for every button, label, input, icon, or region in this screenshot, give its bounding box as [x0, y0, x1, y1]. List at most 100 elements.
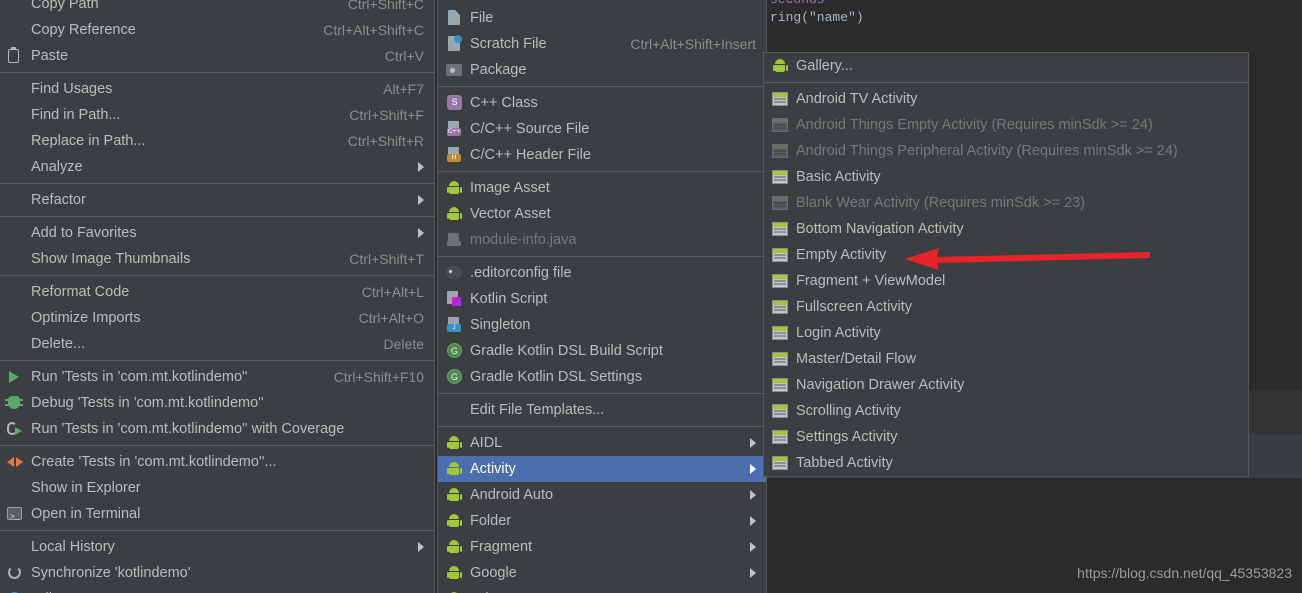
menu-item-label: C++ Class [470, 95, 538, 111]
activity-icon [770, 455, 790, 471]
new-menu-item-file[interactable]: File [438, 5, 766, 31]
context-menu-item-show-image-thumbnails[interactable]: Show Image Thumbnails Ctrl+Shift+T [0, 246, 434, 272]
watermark-url: https://blog.csdn.net/qq_45353823 [1077, 565, 1292, 581]
context-menu-item-run-tests-in-com-mt-kotlindemo[interactable]: Run 'Tests in 'com.mt.kotlindemo'' Ctrl+S… [0, 364, 434, 390]
cpp-source-icon: C++ [444, 121, 464, 137]
menu-item-label: Kotlin Script [470, 291, 548, 307]
menu-separator [0, 530, 434, 531]
activity-menu-item-android-tv-activity[interactable]: Android TV Activity [764, 86, 1248, 112]
context-menu-item-delete[interactable]: Delete... Delete [0, 331, 434, 357]
create-icon [5, 454, 25, 470]
sync-icon [5, 565, 25, 581]
menu-separator [438, 171, 766, 172]
project-context-menu[interactable]: Copy Path Ctrl+Shift+C Copy Reference Ctrl+… [0, 0, 435, 593]
new-menu-item-c-c-source-file[interactable]: C++ C/C++ Source File [438, 116, 766, 142]
activity-menu-item-scrolling-activity[interactable]: Scrolling Activity [764, 398, 1248, 424]
android-icon [444, 461, 464, 477]
context-menu-item-add-to-favorites[interactable]: Add to Favorites [0, 220, 434, 246]
context-menu-item-replace-in-path[interactable]: Replace in Path... Ctrl+Shift+R [0, 128, 434, 154]
menu-item-label: Fragment [470, 539, 533, 555]
new-menu-item-other[interactable]: Other [438, 586, 766, 593]
context-menu-item-copy-path[interactable]: Copy Path Ctrl+Shift+C [0, 0, 434, 17]
activity-menu-item-login-activity[interactable]: Login Activity [764, 320, 1248, 346]
menu-item-label: C/C++ Header File [470, 147, 591, 163]
kotlin-icon [444, 291, 464, 307]
context-menu-item-paste[interactable]: Paste Ctrl+V [0, 43, 434, 69]
new-menu-item-scratch-file[interactable]: Scratch File Ctrl+Alt+Shift+Insert [438, 31, 766, 57]
android-icon [444, 513, 464, 529]
new-menu-item-kotlin-script[interactable]: Kotlin Script [438, 286, 766, 312]
no-icon [5, 336, 25, 352]
menu-item-label: C/C++ Source File [470, 121, 590, 137]
activity-menu-item-android-things-empty-activity-requires-minsdk-24: Android Things Empty Activity (Requires … [764, 112, 1248, 138]
new-menu-item-singleton[interactable]: J Singleton [438, 312, 766, 338]
new-menu-item-vector-asset[interactable]: Vector Asset [438, 201, 766, 227]
android-icon [444, 539, 464, 555]
new-menu-item-package[interactable]: Package [438, 57, 766, 83]
activity-menu-item-fragment-viewmodel[interactable]: Fragment + ViewModel [764, 268, 1248, 294]
menu-item-label: Empty Activity [796, 247, 887, 263]
menu-item-label: Delete... [31, 336, 85, 352]
menu-item-label: Scrolling Activity [796, 403, 901, 419]
new-menu-item-android-auto[interactable]: Android Auto [438, 482, 766, 508]
context-menu-item-analyze[interactable]: Analyze [0, 154, 434, 180]
new-menu-item-edit-file-templates[interactable]: Edit File Templates... [438, 397, 766, 423]
new-menu-item-gradle-kotlin-dsl-build-script[interactable]: G Gradle Kotlin DSL Build Script [438, 338, 766, 364]
menu-item-label: Android Things Empty Activity (Requires … [796, 117, 1153, 133]
activity-menu-item-tabbed-activity[interactable]: Tabbed Activity [764, 450, 1248, 476]
context-menu-item-synchronize-kotlindemo[interactable]: Synchronize 'kotlindemo' [0, 560, 434, 586]
new-menu-item-activity[interactable]: Activity [438, 456, 766, 482]
submenu-chevron-icon [750, 464, 756, 474]
context-menu-item-debug-tests-in-com-mt-kotlindemo[interactable]: Debug 'Tests in 'com.mt.kotlindemo'' [0, 390, 434, 416]
context-menu-item-optimize-imports[interactable]: Optimize Imports Ctrl+Alt+O [0, 305, 434, 331]
new-menu-item-c-class[interactable]: S C++ Class [438, 90, 766, 116]
context-menu-item-reformat-code[interactable]: Reformat Code Ctrl+Alt+L [0, 279, 434, 305]
new-menu-item-folder[interactable]: Folder [438, 508, 766, 534]
menu-item-label: Google [470, 565, 517, 581]
activity-menu-item-basic-activity[interactable]: Basic Activity [764, 164, 1248, 190]
new-submenu[interactable]: Sample Data DirectoryFileScratch FileCtr… [437, 0, 767, 593]
context-menu-item-copy-reference[interactable]: Copy Reference Ctrl+Alt+Shift+C [0, 17, 434, 43]
new-menu-item-aidl[interactable]: AIDL [438, 430, 766, 456]
code-text-line: ring("name") [770, 10, 864, 25]
no-icon [5, 133, 25, 149]
menu-item-label: Edit File Templates... [470, 402, 605, 418]
activity-menu-item-navigation-drawer-activity[interactable]: Navigation Drawer Activity [764, 372, 1248, 398]
context-menu-item-find-usages[interactable]: Find Usages Alt+F7 [0, 76, 434, 102]
menu-item-label: Android Things Peripheral Activity (Requ… [796, 143, 1178, 159]
context-menu-item-create-tests-in-com-mt-kotlindemo[interactable]: Create 'Tests in 'com.mt.kotlindemo''... [0, 449, 434, 475]
menu-item-label: Settings Activity [796, 429, 898, 445]
activity-submenu[interactable]: Gallery... Android TV Activity Android Thi… [763, 52, 1249, 477]
activity-menu-item-bottom-navigation-activity[interactable]: Bottom Navigation Activity [764, 216, 1248, 242]
new-menu-item-c-c-header-file[interactable]: H C/C++ Header File [438, 142, 766, 168]
context-menu-item-refactor[interactable]: Refactor [0, 187, 434, 213]
no-icon [5, 107, 25, 123]
menu-item-label: Login Activity [796, 325, 881, 341]
menu-item-label: Android Auto [470, 487, 554, 503]
context-menu-item-open-in-terminal[interactable]: Open in Terminal [0, 501, 434, 531]
context-menu-item-run-tests-in-com-mt-kotlindemo-with-coverage[interactable]: Run 'Tests in 'com.mt.kotlindemo'' with … [0, 416, 434, 442]
activity-menu-item-empty-activity[interactable]: Empty Activity [764, 242, 1248, 268]
new-menu-item-google[interactable]: Google [438, 560, 766, 586]
no-icon [5, 251, 25, 267]
new-menu-item-editorconfig-file[interactable]: .editorconfig file [438, 260, 766, 286]
menu-item-label: Refactor [31, 192, 86, 208]
new-menu-item-gradle-kotlin-dsl-settings[interactable]: G Gradle Kotlin DSL Settings [438, 364, 766, 390]
context-menu-item-edit-scopes[interactable]: Edit Scopes... [0, 586, 434, 593]
new-menu-item-image-asset[interactable]: Image Asset [438, 175, 766, 201]
activity-menu-item-settings-activity[interactable]: Settings Activity [764, 424, 1248, 450]
clipboard-icon [5, 47, 25, 64]
context-menu-item-find-in-path[interactable]: Find in Path... Ctrl+Shift+F [0, 102, 434, 128]
activity-icon [770, 221, 790, 237]
context-menu-item-show-in-explorer[interactable]: Show in Explorer [0, 475, 434, 501]
activity-menu-item-gallery[interactable]: Gallery... [764, 53, 1248, 79]
activity-menu-item-master-detail-flow[interactable]: Master/Detail Flow [764, 346, 1248, 372]
menu-separator [764, 82, 1248, 83]
menu-separator [0, 72, 434, 73]
context-menu-item-local-history[interactable]: Local History [0, 534, 434, 560]
menu-item-label: Reformat Code [31, 284, 130, 300]
debug-icon [5, 395, 25, 411]
activity-menu-item-fullscreen-activity[interactable]: Fullscreen Activity [764, 294, 1248, 320]
submenu-chevron-icon [418, 195, 424, 205]
new-menu-item-fragment[interactable]: Fragment [438, 534, 766, 560]
